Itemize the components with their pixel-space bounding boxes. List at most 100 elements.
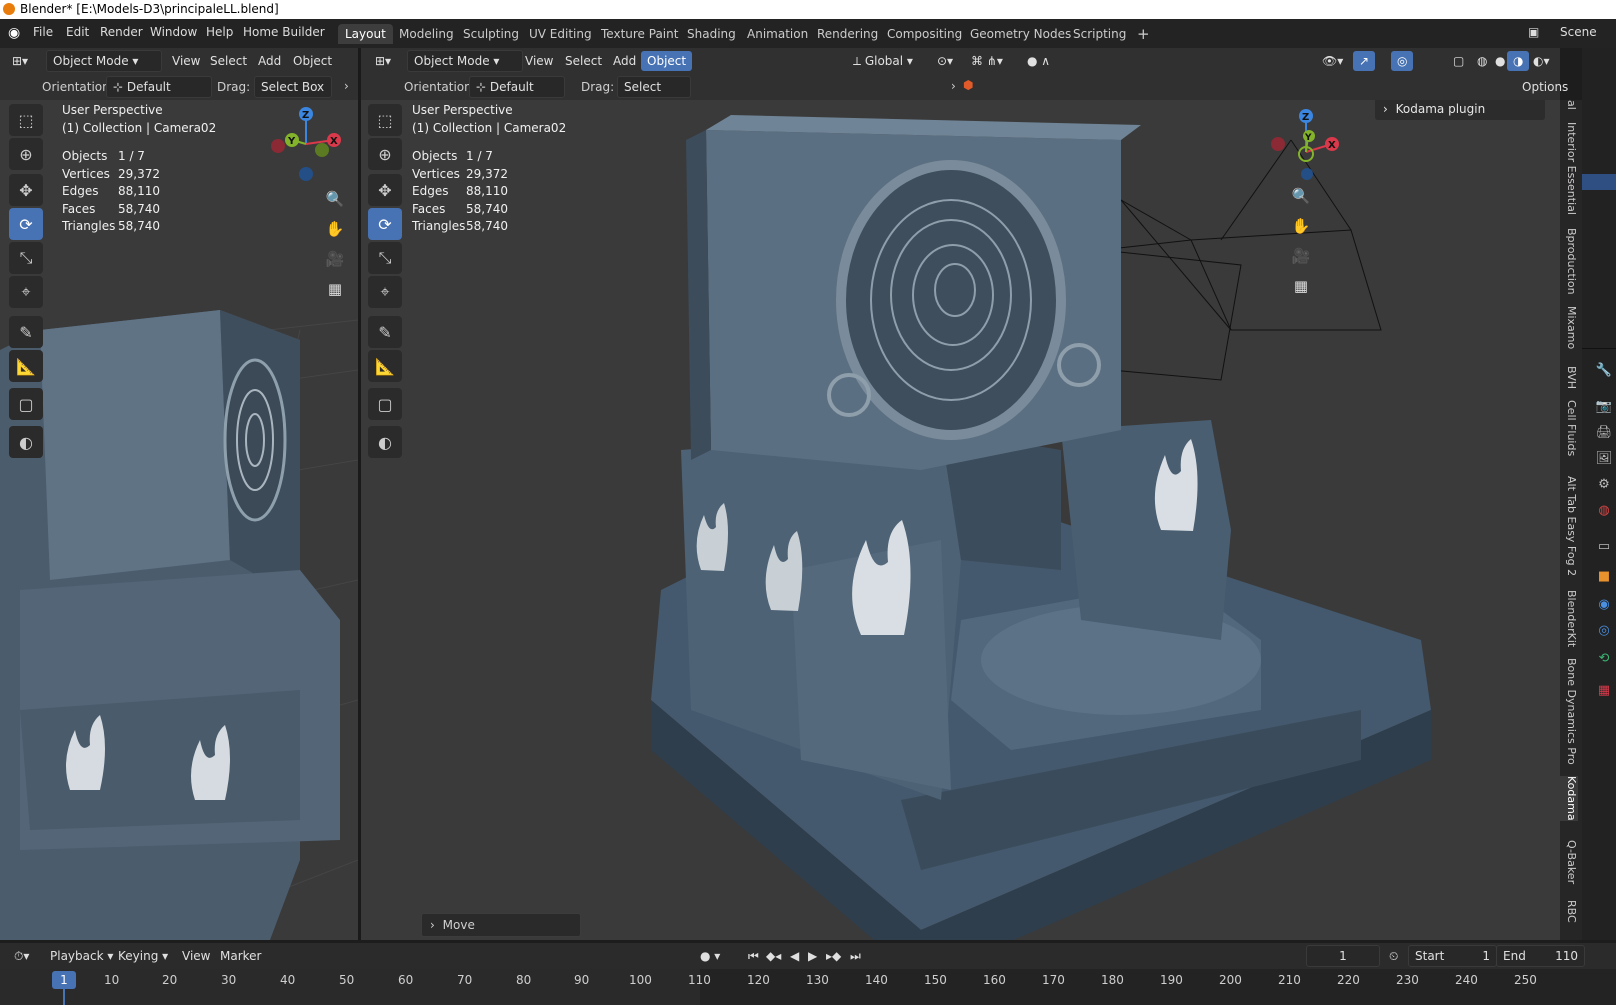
kodama-plugin-panel[interactable]: › Kodama plugin [1375, 100, 1545, 120]
sidebar-tab-rbc[interactable]: RBC [1560, 900, 1578, 923]
playhead[interactable]: 1 [52, 971, 76, 989]
collection-properties-icon[interactable]: ▭ [1594, 536, 1614, 556]
sidebar-tab-q-baker[interactable]: Q-Baker [1560, 840, 1578, 884]
editor-type-icon[interactable]: ⊞▾ [369, 51, 397, 71]
rotate-tool-icon[interactable]: ⟳ [368, 208, 402, 240]
left-menu-object[interactable]: Object [287, 51, 338, 71]
timeline-menu-playback[interactable]: Playback ▾ [44, 946, 119, 966]
add-cube-tool-icon[interactable]: ▢ [368, 388, 402, 420]
xray-icon[interactable]: ▢ [1447, 51, 1470, 71]
pivot-point-icon[interactable]: ⊙▾ [931, 51, 959, 71]
scale-tool-icon[interactable]: ⤡ [9, 242, 43, 274]
camera-view-icon[interactable]: 🎥 [322, 246, 348, 272]
tab-shading[interactable]: Shading [680, 24, 743, 44]
left-orientation-dropdown[interactable]: ⊹ Default [106, 76, 212, 98]
overlay-toggle-icon[interactable]: ◎ [1391, 51, 1414, 71]
pan-hand-icon[interactable]: ✋ [1288, 213, 1314, 239]
tab-compositing[interactable]: Compositing [880, 24, 969, 44]
options-dropdown[interactable]: Options ▾ [1516, 77, 1574, 114]
transform-tool-icon[interactable]: ⌖ [368, 276, 402, 308]
select-box-tool-icon[interactable]: ⬚ [368, 104, 402, 136]
left-navigation-gizmo[interactable]: Z X Y [264, 104, 344, 184]
add-cube-tool-icon[interactable]: ▢ [9, 388, 43, 420]
record-icon[interactable]: ● ▾ [694, 946, 726, 966]
last-operator-panel[interactable]: › Move [421, 913, 581, 937]
timeline-menu-marker[interactable]: Marker [214, 946, 267, 966]
constraint-properties-icon[interactable]: ⟲ [1594, 648, 1614, 668]
menu-edit[interactable]: Edit [66, 25, 89, 39]
main-menu-add[interactable]: Add [607, 51, 642, 71]
zoom-icon[interactable]: 🔍 [322, 186, 348, 212]
measure-tool-icon[interactable]: 📐 [9, 350, 43, 382]
tool-properties-icon[interactable]: 🔧 [1594, 360, 1614, 380]
blender-menu-icon[interactable]: ◉ [8, 25, 20, 41]
tab-scripting[interactable]: Scripting [1066, 24, 1133, 44]
sidebar-tab-bone-dynamics-pro[interactable]: Bone Dynamics Pro [1560, 658, 1578, 765]
tab-modeling[interactable]: Modeling [392, 24, 461, 44]
editor-type-icon[interactable]: ⊞▾ [6, 51, 34, 71]
left-mode-dropdown[interactable]: Object Mode ▾ [46, 50, 162, 72]
move-tool-icon[interactable]: ✥ [9, 174, 43, 206]
scene-properties-icon[interactable]: ⚙ [1594, 474, 1614, 494]
main-drag-dropdown[interactable]: Select Box [617, 76, 691, 114]
tab-geometry-nodes[interactable]: Geometry Nodes [963, 24, 1078, 44]
main-viewport[interactable]: User Perspective (1) Collection | Camera… [361, 100, 1560, 940]
timeline-editor-type-icon[interactable]: ⏱▾ [8, 946, 35, 966]
tab-animation[interactable]: Animation [740, 24, 815, 44]
left-drag-dropdown[interactable]: Select Box [254, 76, 332, 98]
ortho-grid-icon[interactable]: ▦ [322, 276, 348, 302]
sidebar-tab-kodama[interactable]: Kodama [1560, 776, 1578, 821]
kodama-tool-icon[interactable]: ◐ [368, 426, 402, 458]
tab-layout[interactable]: Layout [338, 24, 393, 44]
main-navigation-gizmo[interactable]: Z X Y [1266, 104, 1346, 184]
sidebar-tab-blenderkit[interactable]: BlenderKit [1560, 590, 1578, 647]
tab-sculpting[interactable]: Sculpting [456, 24, 526, 44]
visibility-icon[interactable]: 👁▾ [1316, 51, 1349, 71]
main-menu-select[interactable]: Select [559, 51, 608, 71]
start-frame-field[interactable]: Start 1 [1408, 945, 1497, 967]
sidebar-tab-bproduction[interactable]: Bproduction [1560, 228, 1578, 295]
tab-texture-paint[interactable]: Texture Paint [594, 24, 685, 44]
menu-render[interactable]: Render [100, 25, 143, 39]
sidebar-tab-bvh[interactable]: BVH [1560, 366, 1578, 389]
annotate-tool-icon[interactable]: ✎ [368, 316, 402, 348]
sidebar-tab-alt-tab-easy-fog[interactable]: Alt Tab Easy Fog 2 [1560, 476, 1578, 576]
zoom-icon[interactable]: 🔍 [1288, 183, 1314, 209]
output-properties-icon[interactable]: 🖨 [1594, 422, 1614, 442]
scale-tool-icon[interactable]: ⤡ [368, 242, 402, 274]
current-frame-field[interactable]: 1 [1306, 945, 1380, 967]
modifier-properties-icon[interactable]: ◉ [1594, 594, 1614, 614]
chevron-right-icon[interactable]: › [951, 79, 956, 93]
ortho-grid-icon[interactable]: ▦ [1288, 273, 1314, 299]
left-viewport[interactable]: User Perspective (1) Collection | Camera… [0, 100, 358, 940]
tab-rendering[interactable]: Rendering [810, 24, 885, 44]
menu-window[interactable]: Window [150, 25, 197, 39]
cursor-tool-icon[interactable]: ⊕ [368, 138, 402, 170]
move-tool-icon[interactable]: ✥ [368, 174, 402, 206]
jump-end-icon[interactable]: ⏭ [844, 946, 867, 966]
end-frame-field[interactable]: End 110 [1496, 945, 1585, 967]
object-properties-icon[interactable]: ■ [1594, 566, 1614, 586]
gizmo-toggle-icon[interactable]: ↗ [1353, 51, 1376, 71]
sidebar-tab-cell-fluids[interactable]: Cell Fluids [1560, 400, 1578, 456]
rotate-tool-icon[interactable]: ⟳ [9, 208, 43, 240]
timeline-menu-keying[interactable]: Keying ▾ [112, 946, 174, 966]
transform-tool-icon[interactable]: ⌖ [9, 276, 43, 308]
sidebar-tab-interior-essential[interactable]: Interior Essential [1560, 122, 1578, 215]
tab-uv-editing[interactable]: UV Editing [522, 24, 599, 44]
texture-properties-icon[interactable]: ▦ [1594, 680, 1614, 700]
render-properties-icon[interactable]: 📷 [1594, 396, 1614, 416]
menu-help[interactable]: Help [206, 25, 233, 39]
main-menu-view[interactable]: View [519, 51, 559, 71]
sidebar-tab-mixamo[interactable]: Mixamo [1560, 306, 1578, 349]
camera-view-icon[interactable]: 🎥 [1288, 243, 1314, 269]
menu-file[interactable]: File [33, 25, 53, 39]
world-properties-icon[interactable]: ◍ [1594, 500, 1614, 520]
transform-orientation-dropdown[interactable]: ⟂ Global ▾ [847, 51, 919, 71]
proportional-edit-icon[interactable]: ● ∧ [1021, 51, 1056, 71]
left-menu-view[interactable]: View [166, 51, 206, 71]
physics-properties-icon[interactable]: ◎ [1594, 620, 1614, 640]
snap-icon[interactable]: ⌘ ⋔▾ [965, 51, 1009, 71]
measure-tool-icon[interactable]: 📐 [368, 350, 402, 382]
cursor-tool-icon[interactable]: ⊕ [9, 138, 43, 170]
